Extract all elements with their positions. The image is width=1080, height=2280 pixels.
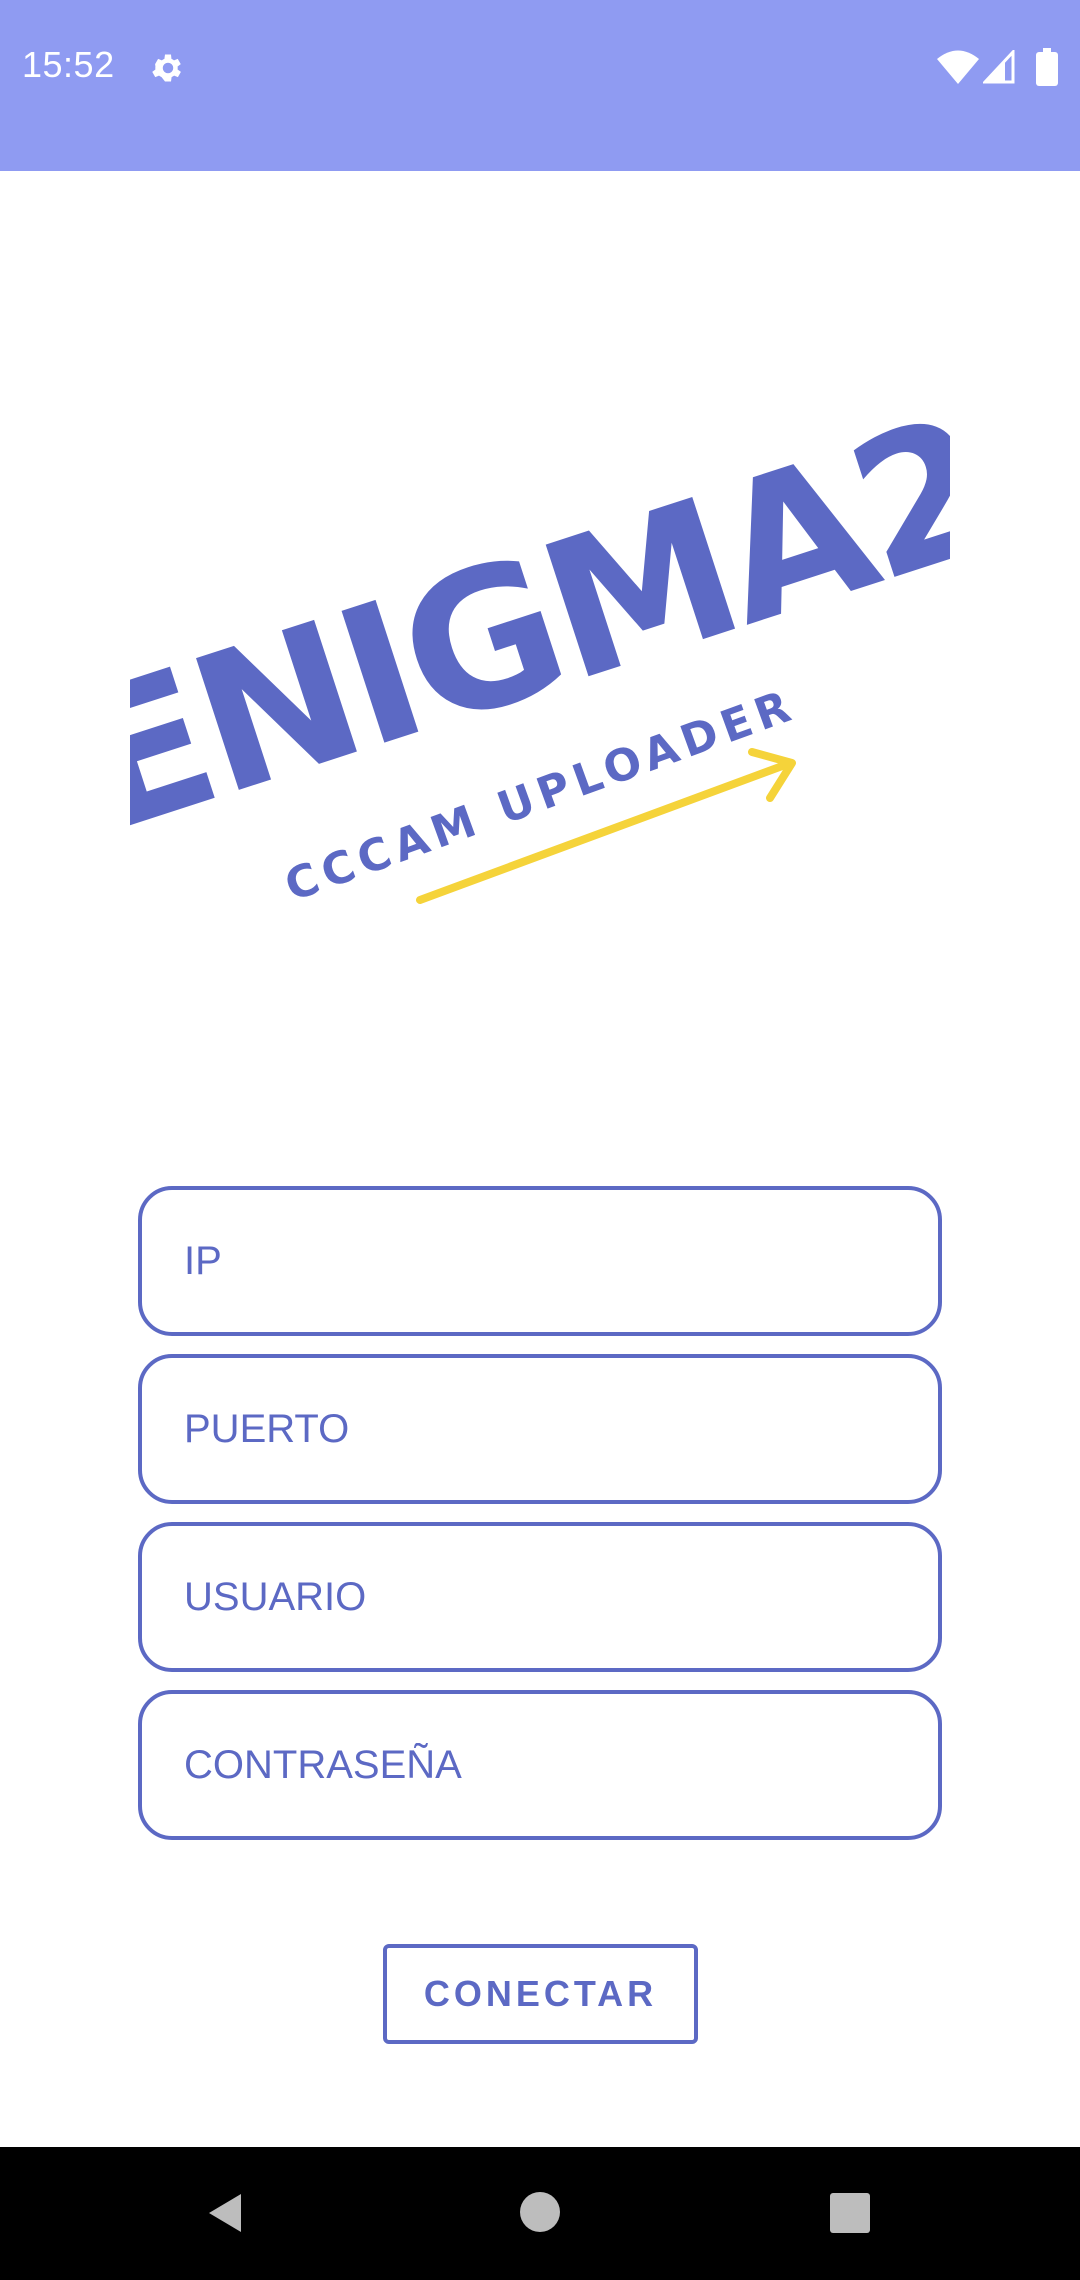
connect-button[interactable]: CONECTAR [383,1944,698,2044]
gear-icon [152,54,181,82]
password-input[interactable] [142,1694,938,1836]
user-field[interactable] [138,1522,942,1672]
login-screen: 15:52 ENIGMA2 CCCAM UPLOADER IP PUERTO U… [0,0,1080,2280]
port-input[interactable] [142,1358,938,1500]
recents-icon[interactable] [829,2192,871,2234]
navigation-bar [0,2147,1080,2280]
back-icon[interactable] [203,2190,249,2236]
port-field[interactable] [138,1354,942,1504]
signal-icon [983,50,1015,84]
ip-input[interactable] [142,1190,938,1332]
home-icon[interactable] [519,2191,561,2233]
ip-field[interactable] [138,1186,942,1336]
password-field[interactable] [138,1690,942,1840]
battery-icon [1036,48,1058,86]
user-input[interactable] [142,1526,938,1668]
status-bar: 15:52 [0,0,1080,171]
enigma2-logo: ENIGMA2 CCCAM UPLOADER [130,420,950,912]
status-time: 15:52 [22,44,115,85]
wifi-icon [937,50,979,84]
